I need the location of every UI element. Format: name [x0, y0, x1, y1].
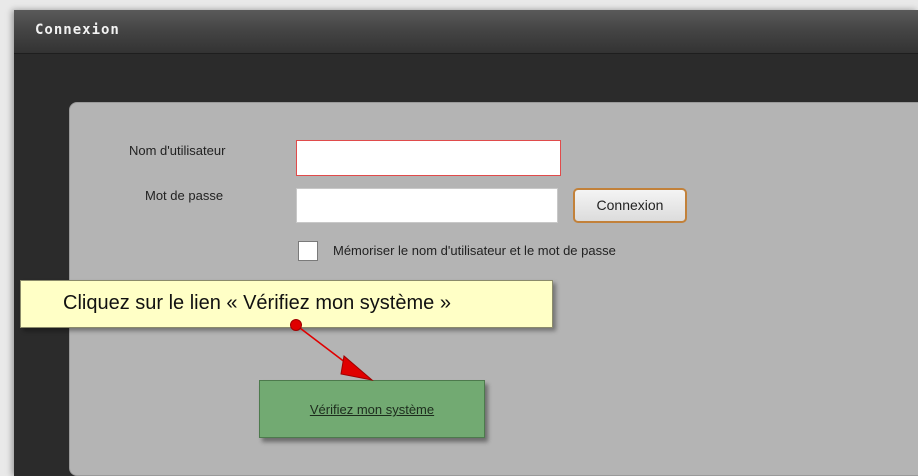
remember-checkbox[interactable]: [298, 241, 318, 261]
connect-button[interactable]: Connexion: [573, 188, 687, 223]
remember-label: Mémoriser le nom d'utilisateur et le mot…: [333, 243, 616, 258]
verify-system-button[interactable]: Vérifiez mon système: [259, 380, 485, 438]
username-input[interactable]: [296, 140, 561, 176]
window-title: Connexion: [35, 22, 120, 38]
password-label: Mot de passe: [145, 188, 224, 203]
password-input[interactable]: [296, 188, 558, 223]
verify-system-link[interactable]: Vérifiez mon système: [310, 402, 434, 417]
username-label: Nom d'utilisateur: [129, 143, 226, 158]
title-bar: Connexion: [14, 10, 918, 54]
instruction-callout: Cliquez sur le lien « Vérifiez mon systè…: [20, 280, 553, 328]
